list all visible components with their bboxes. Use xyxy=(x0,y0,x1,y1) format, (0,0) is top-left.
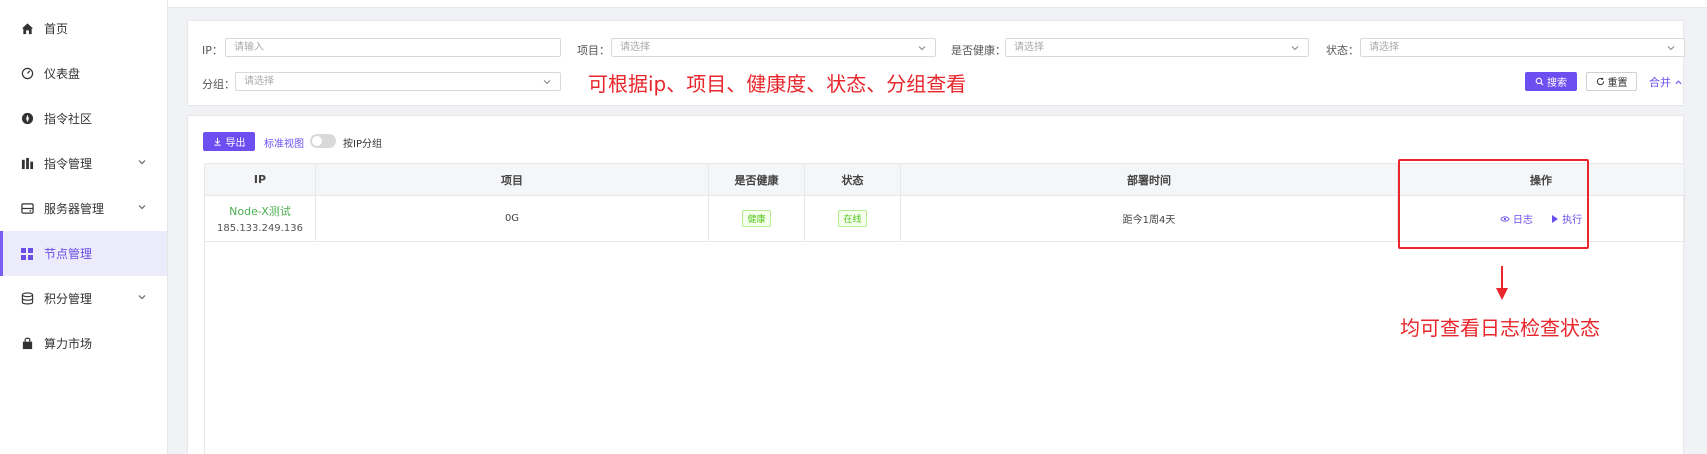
play-icon xyxy=(1552,214,1559,223)
sidebar-item-points-management[interactable]: 积分管理 xyxy=(0,276,167,321)
chevron-down-icon xyxy=(137,156,149,168)
table-body-empty-area xyxy=(204,240,1684,454)
project-cell: 0G xyxy=(315,195,709,242)
ip-filter-placeholder: 请输入 xyxy=(234,42,264,53)
operation-annotation: 均可查看日志检查状态 xyxy=(1400,316,1600,340)
sidebar: 首页 仪表盘 指令社区 指令管理 服务器管理 节点管理 积分管理 算力市场 xyxy=(0,0,168,454)
sidebar-item-label: 服务器管理 xyxy=(44,202,105,216)
log-action-button[interactable]: 日志 xyxy=(1500,211,1533,226)
dashboard-icon xyxy=(20,67,34,81)
sidebar-item-home[interactable]: 首页 xyxy=(0,6,167,51)
column-header-operation: 操作 xyxy=(1397,163,1685,196)
arrow-down-icon xyxy=(1496,266,1508,303)
chevron-down-icon xyxy=(917,42,927,59)
group-filter-placeholder: 请选择 xyxy=(244,76,274,87)
chevron-down-icon xyxy=(542,76,552,93)
sidebar-item-label: 仪表盘 xyxy=(44,67,81,81)
collapse-button[interactable]: 合并 xyxy=(1649,74,1683,90)
search-button-label: 搜索 xyxy=(1547,78,1567,89)
deploy-time-cell: 距今1周4天 xyxy=(900,195,1398,242)
chevron-down-icon xyxy=(137,291,149,303)
healthy-cell: 健康 xyxy=(708,195,805,242)
health-filter-select[interactable]: 请选择 xyxy=(1005,38,1309,57)
column-header-status: 状态 xyxy=(804,163,901,196)
table-row: Node-X测试 185.133.249.136 0G 健康 在线 距今1周4天… xyxy=(204,195,1685,242)
sidebar-item-label: 指令管理 xyxy=(44,157,93,171)
search-icon xyxy=(1535,77,1544,86)
health-badge: 健康 xyxy=(742,210,771,227)
sidebar-item-command-community[interactable]: 指令社区 xyxy=(0,96,167,141)
collapse-button-label: 合并 xyxy=(1649,76,1671,89)
grid-icon xyxy=(20,247,34,261)
bar-chart-icon xyxy=(20,157,34,171)
group-by-ip-label: 按IP分组 xyxy=(343,139,382,150)
health-filter-label: 是否健康： xyxy=(951,44,1006,57)
sidebar-item-label: 指令社区 xyxy=(44,112,93,126)
refresh-icon xyxy=(1596,77,1605,86)
group-filter-label: 分组： xyxy=(202,78,235,91)
project-filter-select[interactable]: 请选择 xyxy=(611,38,936,57)
status-filter-label: 状态： xyxy=(1326,44,1359,57)
operation-cell: 日志 执行 xyxy=(1397,195,1685,242)
filter-annotation: 可根据ip、项目、健康度、状态、分组查看 xyxy=(588,72,967,96)
search-button[interactable]: 搜索 xyxy=(1525,72,1577,91)
home-icon xyxy=(20,22,34,36)
sidebar-item-node-management[interactable]: 节点管理 xyxy=(0,231,167,276)
column-header-healthy: 是否健康 xyxy=(708,163,805,196)
sidebar-item-dashboard[interactable]: 仪表盘 xyxy=(0,51,167,96)
group-by-ip-toggle[interactable] xyxy=(310,134,336,148)
database-icon xyxy=(20,292,34,306)
reset-button[interactable]: 重置 xyxy=(1586,72,1637,91)
standard-view-link[interactable]: 标准视图 xyxy=(264,135,304,150)
server-icon xyxy=(20,202,34,216)
ip-filter-label: IP： xyxy=(202,44,223,57)
shopping-bag-icon xyxy=(20,337,34,351)
sidebar-item-label: 节点管理 xyxy=(44,247,93,261)
node-ip: 185.133.249.136 xyxy=(217,223,303,234)
status-badge: 在线 xyxy=(838,210,867,227)
compass-icon xyxy=(20,112,34,126)
status-filter-select[interactable]: 请选择 xyxy=(1360,38,1685,57)
eye-icon xyxy=(1500,215,1510,223)
export-button[interactable]: 导出 xyxy=(203,132,255,151)
project-filter-label: 项目： xyxy=(577,44,610,57)
sidebar-item-server-management[interactable]: 服务器管理 xyxy=(0,186,167,231)
column-header-deploy-time: 部署时间 xyxy=(900,163,1398,196)
sidebar-item-label: 积分管理 xyxy=(44,292,93,306)
sidebar-item-label: 算力市场 xyxy=(44,337,93,351)
node-table: IP 项目 是否健康 状态 部署时间 操作 Node-X测试 185.133.2… xyxy=(204,163,1685,242)
chevron-down-icon xyxy=(1290,42,1300,59)
sidebar-item-command-management[interactable]: 指令管理 xyxy=(0,141,167,186)
project-filter-placeholder: 请选择 xyxy=(620,42,650,53)
sidebar-item-compute-market[interactable]: 算力市场 xyxy=(0,321,167,366)
chevron-down-icon xyxy=(137,201,149,213)
top-bar xyxy=(168,0,1707,8)
ip-cell: Node-X测试 185.133.249.136 xyxy=(204,195,316,242)
status-cell: 在线 xyxy=(804,195,901,242)
export-button-label: 导出 xyxy=(225,138,246,149)
execute-action-button[interactable]: 执行 xyxy=(1552,211,1582,226)
column-header-ip: IP xyxy=(204,163,316,196)
sidebar-item-label: 首页 xyxy=(44,22,69,36)
column-header-project: 项目 xyxy=(315,163,709,196)
node-name-link[interactable]: Node-X测试 xyxy=(205,203,315,219)
health-filter-placeholder: 请选择 xyxy=(1014,42,1044,53)
group-filter-select[interactable]: 请选择 xyxy=(235,72,561,91)
execute-action-label: 执行 xyxy=(1562,215,1583,226)
download-icon xyxy=(213,137,222,146)
chevron-down-icon xyxy=(1666,42,1676,59)
ip-filter-input[interactable]: 请输入 xyxy=(225,38,561,57)
chevron-up-icon xyxy=(1674,78,1683,87)
log-action-label: 日志 xyxy=(1512,215,1533,226)
table-header-row: IP 项目 是否健康 状态 部署时间 操作 xyxy=(204,163,1685,196)
reset-button-label: 重置 xyxy=(1607,78,1628,89)
status-filter-placeholder: 请选择 xyxy=(1369,42,1399,53)
